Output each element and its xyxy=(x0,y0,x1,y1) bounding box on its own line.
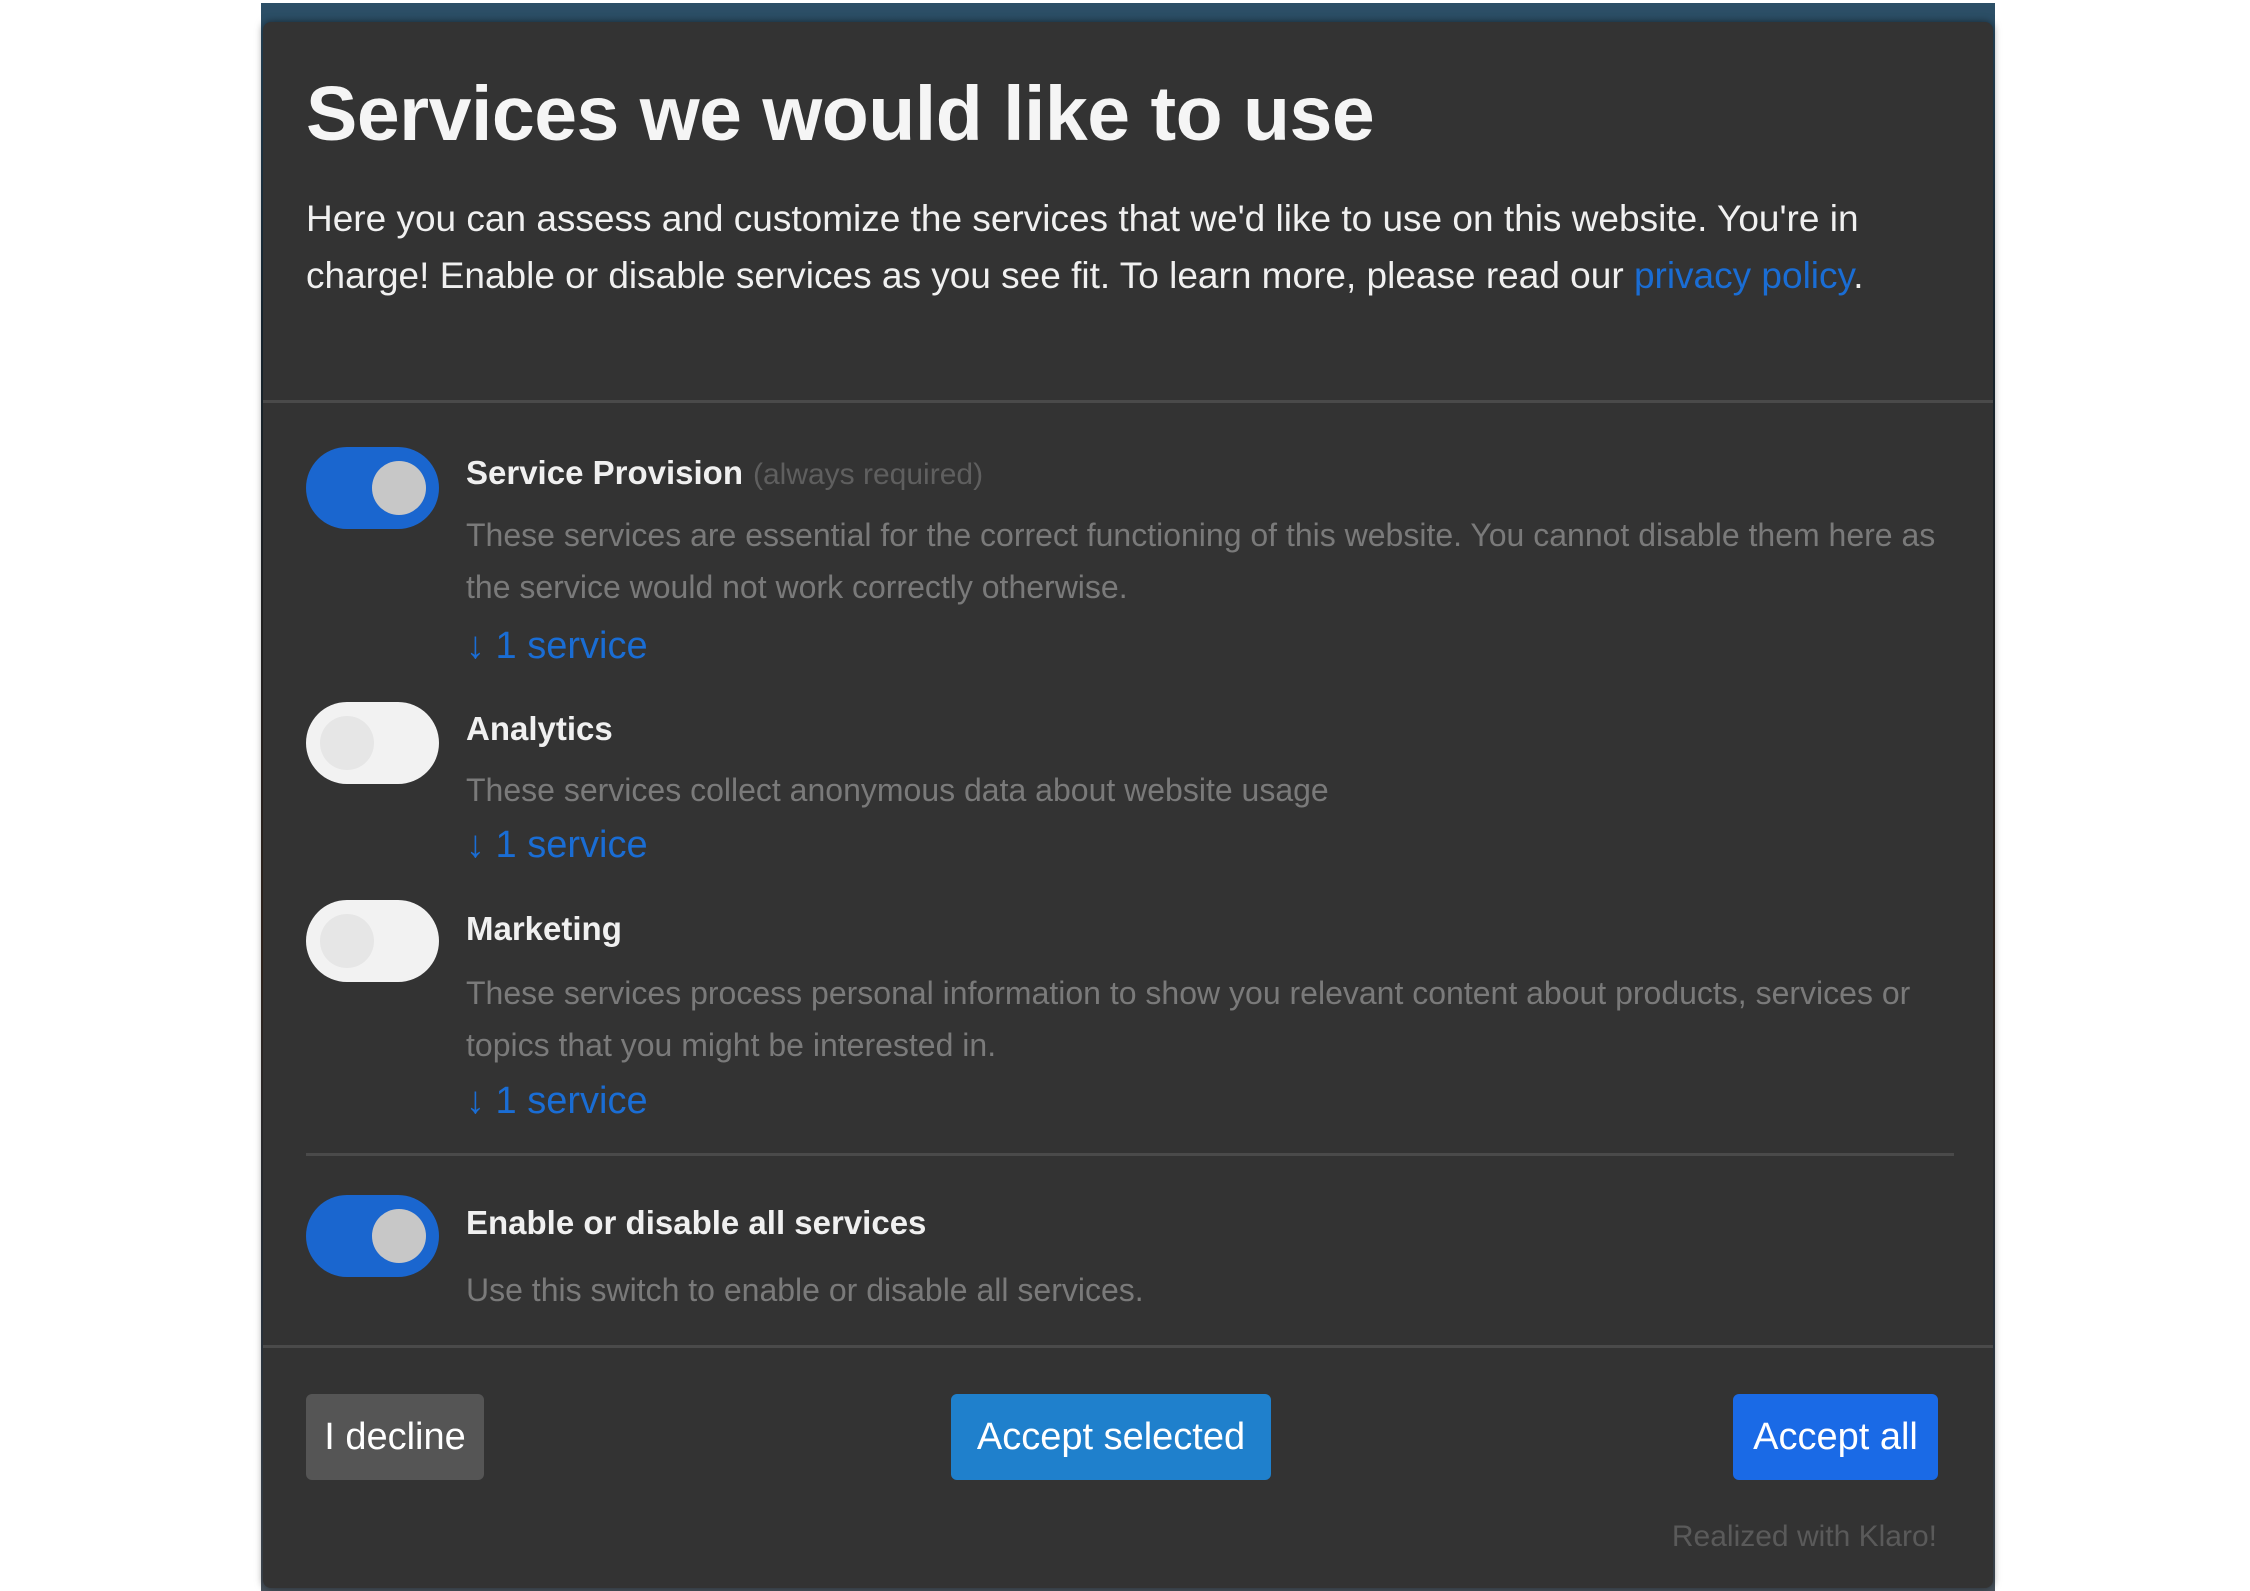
purpose-title: Analytics xyxy=(466,710,613,748)
toggle-knob xyxy=(320,716,374,770)
accept-all-button[interactable]: Accept all xyxy=(1733,1394,1938,1480)
privacy-policy-link[interactable]: privacy policy xyxy=(1634,255,1853,296)
purpose-description: These services process personal informat… xyxy=(466,975,1911,1063)
purpose-name: Marketing xyxy=(466,910,622,947)
purpose-title: Service Provision (always required) xyxy=(466,454,983,492)
decline-button[interactable]: I decline xyxy=(306,1394,484,1480)
description-end: . xyxy=(1853,255,1864,296)
toggle-all-description: Use this switch to enable or disable all… xyxy=(466,1272,1144,1308)
service-provision-toggle[interactable] xyxy=(306,447,439,529)
marketing-toggle[interactable] xyxy=(306,900,439,982)
service-provision-services-link[interactable]: ↓ 1 service xyxy=(466,625,648,668)
modal-header: Services we would like to use Here you c… xyxy=(263,22,1993,403)
purpose-description: These services collect anonymous data ab… xyxy=(466,772,1329,808)
analytics-services-link[interactable]: ↓ 1 service xyxy=(466,824,648,867)
marketing-services-link[interactable]: ↓ 1 service xyxy=(466,1080,648,1123)
powered-by-link[interactable]: Realized with Klaro! xyxy=(1672,1520,1937,1554)
required-note: (always required) xyxy=(752,458,984,491)
toggle-knob xyxy=(372,461,426,515)
footer-divider xyxy=(263,1345,1993,1348)
accept-selected-button[interactable]: Accept selected xyxy=(951,1394,1271,1480)
modal-description: Here you can assess and customize the se… xyxy=(306,190,1966,304)
purpose-name: Service Provision xyxy=(466,454,743,491)
purpose-title: Marketing xyxy=(466,910,622,948)
toggle-all-title: Enable or disable all services xyxy=(466,1204,927,1241)
toggle-knob xyxy=(320,914,374,968)
toggle-all-switch[interactable] xyxy=(306,1195,439,1277)
purposes-divider xyxy=(306,1153,1954,1156)
description-text: Here you can assess and customize the se… xyxy=(306,198,1859,296)
analytics-toggle[interactable] xyxy=(306,702,439,784)
purpose-description: These services are essential for the cor… xyxy=(466,517,1936,605)
modal-title: Services we would like to use xyxy=(306,71,1375,157)
purpose-name: Analytics xyxy=(466,710,613,747)
toggle-knob xyxy=(372,1209,426,1263)
consent-modal: Services we would like to use Here you c… xyxy=(263,22,1993,1588)
